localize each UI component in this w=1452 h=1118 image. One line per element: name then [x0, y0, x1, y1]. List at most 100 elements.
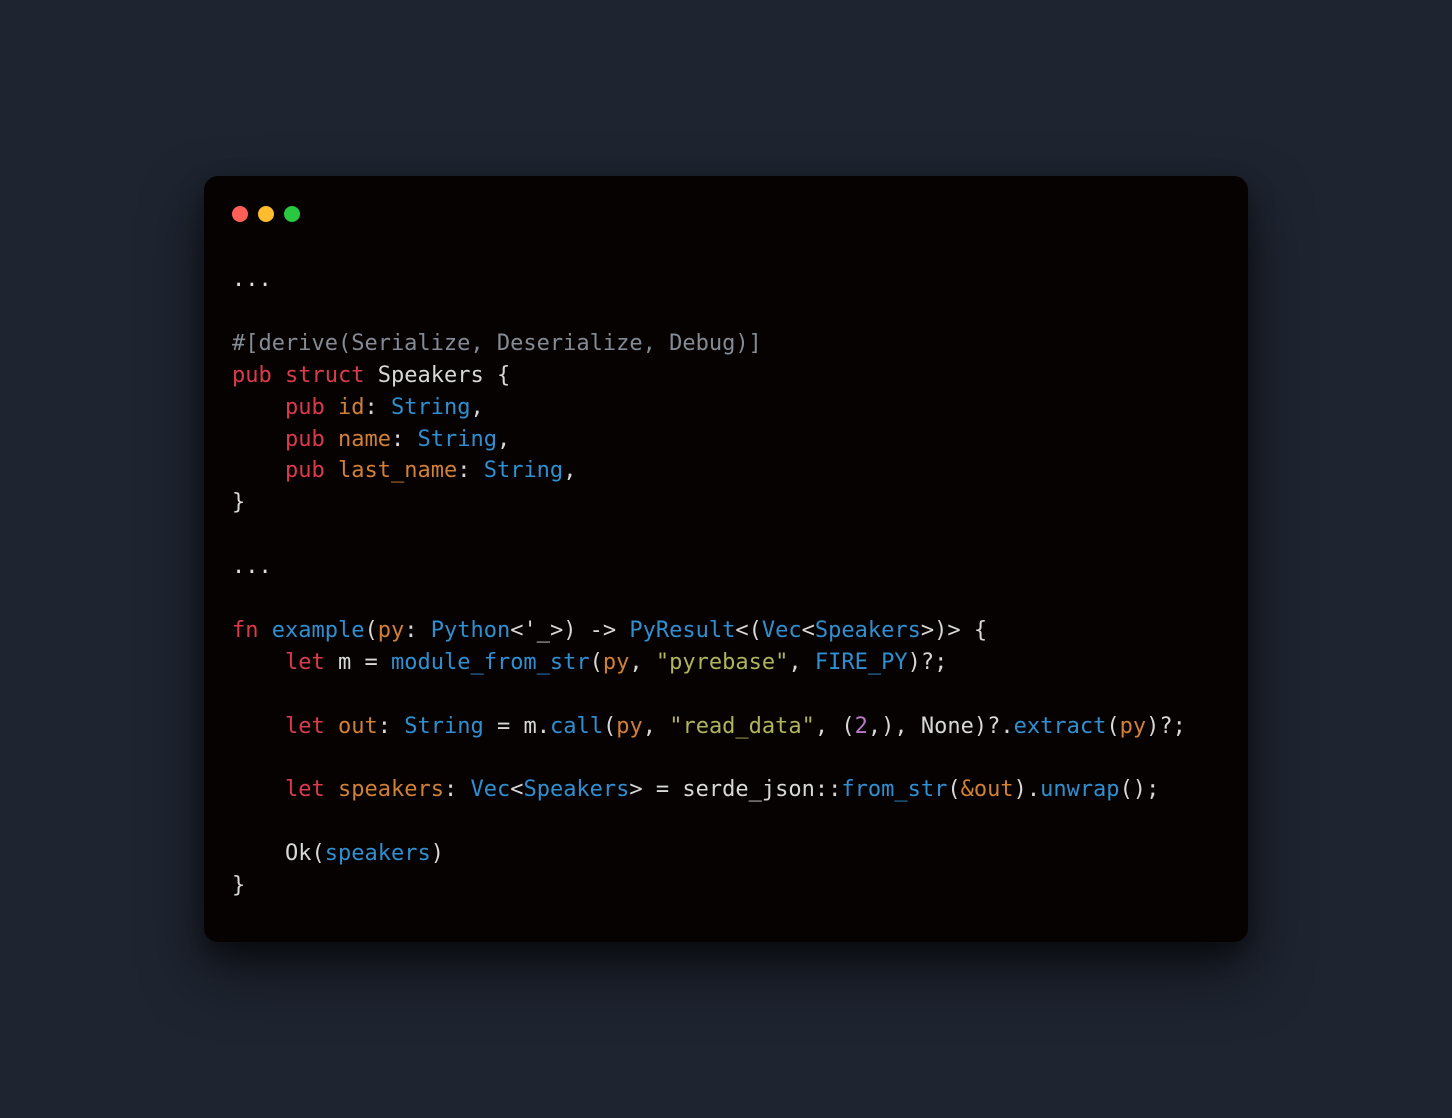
close-icon[interactable] [232, 206, 248, 222]
indent [232, 841, 285, 866]
paren-close: ) [934, 618, 947, 643]
field-last-name: last_name [338, 458, 457, 483]
serde-json: serde_json [682, 777, 814, 802]
derive-attribute: #[derive(Serialize, Deserialize, Debug)] [232, 331, 762, 356]
empty-args: () [1120, 777, 1147, 802]
colon: : [364, 395, 377, 420]
colon: : [404, 618, 417, 643]
indent [232, 777, 285, 802]
arg-py: py [616, 714, 643, 739]
indent [232, 427, 285, 452]
type-python: Python [431, 618, 510, 643]
qmark-semi: ?; [1159, 714, 1186, 739]
const-fire-py: FIRE_PY [815, 650, 908, 675]
paren-close: ) [908, 650, 921, 675]
qmark: ? [987, 714, 1000, 739]
indent [232, 650, 285, 675]
lt: < [735, 618, 748, 643]
gt: > [629, 777, 642, 802]
traffic-lights [232, 206, 1220, 222]
kw-pub: pub [285, 395, 325, 420]
colon: : [457, 458, 470, 483]
field-name: name [338, 427, 391, 452]
kw-fn: fn [232, 618, 259, 643]
comma: , [643, 714, 656, 739]
paren-open: ( [947, 777, 960, 802]
fn-name: example [272, 618, 365, 643]
lt: < [802, 618, 815, 643]
indent [232, 395, 285, 420]
var-speakers: speakers [338, 777, 444, 802]
type-string: String [391, 395, 470, 420]
arg-py: py [1120, 714, 1147, 739]
gt: > [921, 618, 934, 643]
eq: = [643, 777, 683, 802]
code-ellipsis: ... [232, 267, 272, 292]
type-string: String [417, 427, 496, 452]
double-colon: :: [815, 777, 842, 802]
kw-struct: struct [285, 363, 364, 388]
paren-open: ( [364, 618, 377, 643]
param-py: py [378, 618, 405, 643]
type-string: String [404, 714, 483, 739]
str-pyrebase: "pyrebase" [656, 650, 788, 675]
struct-name: Speakers [378, 363, 484, 388]
comma: , [815, 714, 828, 739]
dot: . [1000, 714, 1013, 739]
type-speakers: Speakers [815, 618, 921, 643]
comma: , [629, 650, 642, 675]
code-window: ... #[derive(Serialize, Deserialize, Deb… [204, 176, 1248, 942]
paren-open: ( [603, 714, 616, 739]
colon: : [444, 777, 457, 802]
fn-call: call [550, 714, 603, 739]
comma: , [563, 458, 576, 483]
minimize-icon[interactable] [258, 206, 274, 222]
brace-open: { [484, 363, 511, 388]
kw-let: let [285, 714, 325, 739]
paren-close: ) [1014, 777, 1027, 802]
kw-pub: pub [232, 363, 272, 388]
paren-open: ( [311, 841, 324, 866]
eq: = [351, 650, 391, 675]
fn-unwrap: unwrap [1040, 777, 1119, 802]
gt: > [947, 618, 960, 643]
type-pyresult: PyResult [629, 618, 735, 643]
paren-open: ( [749, 618, 762, 643]
amp-out: &out [961, 777, 1014, 802]
colon: : [391, 427, 404, 452]
type-speakers: Speakers [523, 777, 629, 802]
zoom-icon[interactable] [284, 206, 300, 222]
code-block: ... #[derive(Serialize, Deserialize, Deb… [232, 264, 1220, 902]
ok: Ok [285, 841, 312, 866]
type-string: String [484, 458, 563, 483]
indent [232, 458, 285, 483]
type-vec: Vec [470, 777, 510, 802]
arg-py: py [603, 650, 630, 675]
paren-close: ) [974, 714, 987, 739]
arrow: -> [576, 618, 629, 643]
semi: ; [1146, 777, 1159, 802]
fn-from-str: from_str [841, 777, 947, 802]
paren-open: ( [590, 650, 603, 675]
qmark-semi: ?; [921, 650, 948, 675]
indent [232, 714, 285, 739]
var-speakers: speakers [325, 841, 431, 866]
dot: . [537, 714, 550, 739]
colon: : [378, 714, 391, 739]
paren-open: ( [841, 714, 854, 739]
none: None [921, 714, 974, 739]
kw-pub: pub [285, 458, 325, 483]
num-2: 2 [855, 714, 868, 739]
eq: = [484, 714, 524, 739]
kw-let: let [285, 650, 325, 675]
comma: , [788, 650, 801, 675]
comma: , [497, 427, 510, 452]
kw-let: let [285, 777, 325, 802]
brace-close: } [232, 873, 245, 898]
brace-open: { [961, 618, 988, 643]
lifetime: <'_> [510, 618, 563, 643]
brace-close: } [232, 490, 245, 515]
str-read-data: "read_data" [669, 714, 815, 739]
paren-close: ) [431, 841, 444, 866]
var-out: out [338, 714, 378, 739]
